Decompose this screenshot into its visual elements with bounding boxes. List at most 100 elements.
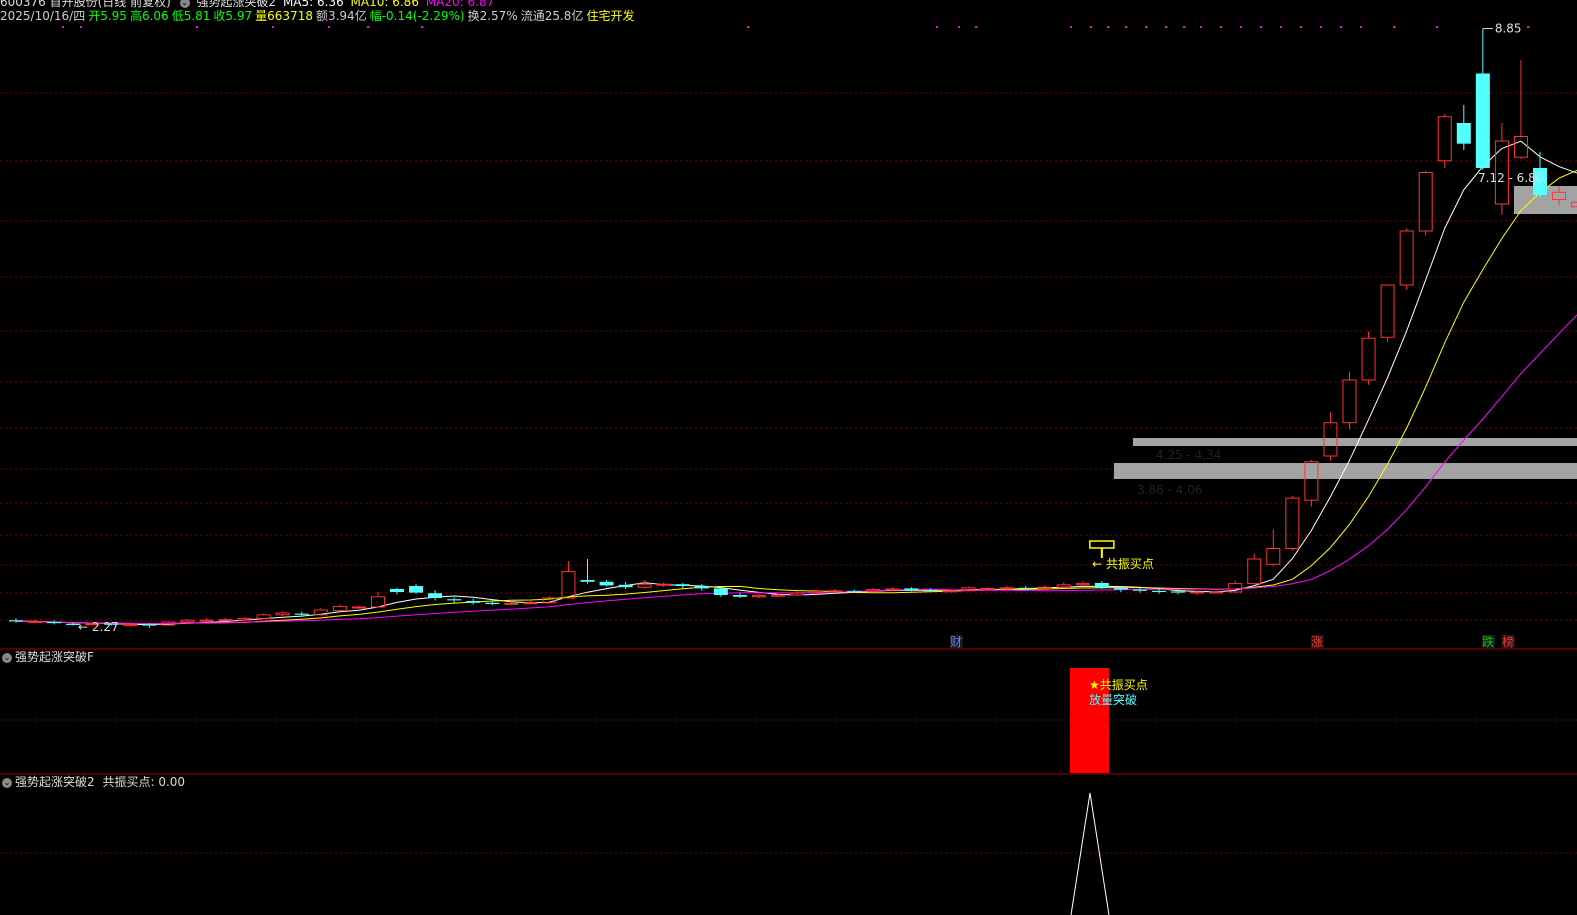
candle-30 (580, 559, 595, 584)
quote-field-9: 流通25.8亿 (520, 9, 584, 23)
candle-body-32 (618, 584, 633, 588)
candle-body-39 (751, 595, 766, 598)
zone-label-1: 4.25 - 4.34 (1156, 448, 1221, 462)
candle-body-1 (28, 620, 43, 623)
candle-body-25 (485, 602, 500, 604)
candle-31 (599, 580, 614, 587)
max-price-label: 8.85 (1495, 22, 1522, 36)
candle-59 (1132, 587, 1147, 593)
top-marker-dot-4 (328, 26, 330, 28)
candle-52 (999, 586, 1014, 590)
candle-34 (656, 582, 671, 588)
top-marker-dot-20 (1240, 26, 1242, 28)
candle-73 (1399, 228, 1414, 290)
candle-76 (1456, 105, 1471, 150)
candle-body-14 (275, 612, 290, 616)
candle-body-49 (942, 590, 957, 593)
candle-body-37 (713, 588, 728, 595)
ma10-value: MA10: 6.86 (350, 0, 419, 9)
stock-title: 600376 首开股份(日线 前复权) (0, 0, 171, 9)
sub-panel-2-caption: ⌄ 强势起涨突破2 共振买点: 0.00 (0, 775, 185, 789)
candle-33 (637, 580, 652, 589)
quote-field-8: 换2.57% (467, 9, 518, 23)
signal-tag-box (1089, 540, 1115, 549)
candle-22 (428, 590, 443, 601)
sub-panel-2-value: 共振买点: 0.00 (102, 775, 186, 789)
candle-35 (675, 583, 690, 589)
candle-body-11 (218, 619, 233, 622)
candle-body-10 (199, 619, 214, 622)
top-marker-dot-5 (367, 26, 369, 28)
quote-field-6: 额3.94亿 (315, 9, 367, 23)
quote-field-0: 2025/10/16/四 (0, 9, 86, 23)
candle-39 (751, 593, 766, 598)
candle-36 (694, 584, 709, 591)
quote-field-1: 开5.95 (88, 9, 127, 23)
sub-panel-1-title: 强势起涨突破F (15, 650, 94, 664)
candle-body-15 (294, 613, 309, 615)
candle-body-27 (523, 602, 538, 605)
candle-19 (370, 592, 385, 608)
top-marker-dot-12 (1090, 26, 1092, 28)
candle-72 (1380, 284, 1395, 342)
candle-14 (275, 611, 290, 616)
indicator-toggle-icon[interactable]: ⌄ (179, 0, 190, 8)
candle-body-62 (1190, 591, 1205, 594)
candle-41 (790, 591, 805, 596)
candle-body-17 (332, 605, 347, 612)
candle-54 (1037, 585, 1052, 589)
candle-body-40 (771, 594, 785, 597)
price-zone-1 (1132, 438, 1577, 446)
sub-panel-2-title: 强势起涨突破2 (15, 775, 95, 789)
zone-label-0: 7.12 - 6.80 (1478, 171, 1543, 185)
zone-label-2: 3.86 - 4.06 (1137, 483, 1202, 497)
top-marker-dot-18 (1200, 26, 1202, 28)
candle-47 (904, 587, 919, 592)
candle-body-44 (847, 590, 862, 592)
candle-74 (1418, 170, 1433, 236)
candle-body-71 (1361, 337, 1376, 381)
quote-field-10: 住宅开发 (586, 9, 635, 23)
candle-body-70 (1342, 379, 1357, 424)
candle-body-31 (599, 581, 614, 586)
quote-field-5: 量663718 (255, 9, 313, 23)
kline-chart-svg[interactable]: 8.85 ← 2.27 ← 共振买点 7.12 - 6.80 4.25 - 4.34 3.… (0, 0, 1577, 915)
header-line-2: 2025/10/16/四 开5.95 高6.06 低5.81 收5.97 量663718 额… (0, 10, 637, 23)
candle-71 (1361, 331, 1376, 385)
top-marker-dot-13 (1107, 26, 1109, 28)
ma5-value: MA5: 6.36 (282, 0, 344, 9)
candle-56 (1075, 581, 1090, 586)
candle-body-21 (409, 586, 424, 593)
top-marker-dot-26 (1360, 26, 1362, 28)
candle-77 (1475, 28, 1490, 170)
top-marker-dot-10 (975, 26, 977, 28)
candle-body-18 (351, 606, 366, 609)
sub-panel-1-toggle-icon[interactable]: ⌄ (2, 652, 12, 663)
candle-body-60 (1152, 590, 1166, 592)
candle-body-77 (1475, 73, 1490, 168)
top-marker-dot-2 (196, 26, 198, 28)
top-marker-dot-21 (1260, 26, 1262, 28)
top-marker-dot-17 (1183, 26, 1185, 28)
candle-body-34 (656, 583, 671, 586)
top-marker-dot-6 (421, 26, 423, 28)
indicator-name: 强势起涨突破2 (196, 0, 277, 9)
quote-field-4: 收5.97 (213, 9, 253, 23)
candle-body-38 (732, 595, 747, 597)
badge-2: 跌 (1482, 634, 1494, 649)
candle-body-33 (637, 583, 652, 588)
candle-body-36 (694, 586, 709, 589)
candle-body-74 (1418, 172, 1433, 232)
header-line-1: 600376 首开股份(日线 前复权) ⌄ 强势起涨突破2 MA5: 6.36 … (0, 0, 497, 9)
candle-65 (1247, 553, 1262, 585)
candle-70 (1342, 371, 1357, 430)
candle-body-72 (1380, 284, 1395, 338)
candle-29 (561, 561, 576, 599)
candle-body-59 (1132, 589, 1147, 591)
candle-55 (1056, 582, 1071, 589)
candle-body-56 (1075, 583, 1090, 586)
sub-panel-2-spike-line (1070, 792, 1110, 915)
sub-panel-2-toggle-icon[interactable]: ⌄ (2, 777, 12, 788)
ma20-value: MA20: 6.87 (425, 0, 495, 9)
candle-79 (1513, 60, 1528, 159)
